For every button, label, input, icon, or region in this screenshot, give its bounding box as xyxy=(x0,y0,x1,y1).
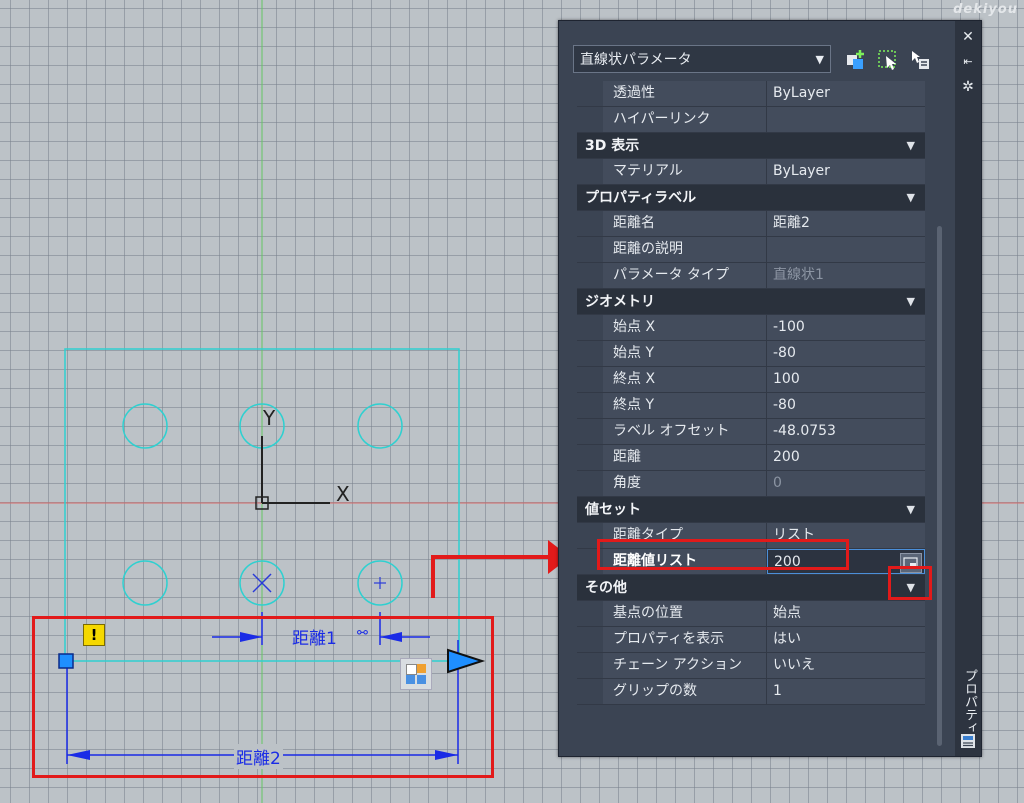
category-value-set[interactable]: 値セット ▼ xyxy=(577,497,925,523)
red-highlight-edit-button xyxy=(888,566,932,600)
scrollbar[interactable] xyxy=(937,226,942,746)
property-value[interactable]: 1 xyxy=(767,679,925,704)
properties-icon[interactable] xyxy=(960,733,976,749)
property-row[interactable]: 透過性 ByLayer xyxy=(577,81,925,107)
ucs-y-label: Y xyxy=(263,406,276,430)
category-label: ジオメトリ xyxy=(585,294,655,310)
object-type-value: 直線状パラメータ xyxy=(580,52,692,68)
category-label: プロパティラベル xyxy=(585,190,697,206)
property-key: パラメータ タイプ xyxy=(603,263,767,288)
settings-icon[interactable]: ✲ xyxy=(960,79,976,95)
property-value[interactable] xyxy=(767,107,925,132)
category-property-label[interactable]: プロパティラベル ▼ xyxy=(577,185,925,211)
hole-circle xyxy=(122,560,168,606)
property-row[interactable]: 終点 X 100 xyxy=(577,367,925,393)
property-row[interactable]: 終点 Y -80 xyxy=(577,393,925,419)
select-objects-icon[interactable] xyxy=(877,49,899,71)
quick-select-icon[interactable] xyxy=(909,49,931,71)
property-row[interactable]: 角度 0 xyxy=(577,471,925,497)
property-value: 直線状1 xyxy=(767,263,925,288)
property-row[interactable]: 距離の説明 xyxy=(577,237,925,263)
palette-title: プロパティ xyxy=(962,669,977,734)
collapse-icon[interactable]: ▼ xyxy=(907,497,915,523)
property-row[interactable]: グリップの数 1 xyxy=(577,679,925,705)
auto-hide-icon[interactable]: ⇤ xyxy=(960,54,976,70)
property-row[interactable]: 始点 X -100 xyxy=(577,315,925,341)
red-highlight-box xyxy=(32,616,494,778)
property-value[interactable]: 距離2 xyxy=(767,211,925,236)
property-key: 始点 X xyxy=(603,315,767,340)
property-row[interactable]: 距離 200 xyxy=(577,445,925,471)
property-key: 距離名 xyxy=(603,211,767,236)
property-value[interactable]: ByLayer xyxy=(767,159,925,184)
property-row[interactable]: チェーン アクション いいえ xyxy=(577,653,925,679)
property-row[interactable]: プロパティを表示 はい xyxy=(577,627,925,653)
category-3d-display[interactable]: 3D 表示 ▼ xyxy=(577,133,925,159)
collapse-icon[interactable]: ▼ xyxy=(907,185,915,211)
palette-side-strip: ✕ ⇤ ✲ プロパティ xyxy=(955,21,981,756)
property-key: 角度 xyxy=(603,471,767,496)
category-geometry[interactable]: ジオメトリ ▼ xyxy=(577,289,925,315)
property-row[interactable]: 始点 Y -80 xyxy=(577,341,925,367)
properties-palette[interactable]: 直線状パラメータ ▼ 透過性 ByLayer ハイパーリンク 3D 表示 ▼ マ… xyxy=(558,20,982,757)
object-type-select[interactable]: 直線状パラメータ ▼ xyxy=(573,45,831,73)
property-key: 終点 X xyxy=(603,367,767,392)
callout-arrow-path xyxy=(431,555,560,598)
property-value[interactable]: -80 xyxy=(767,393,925,418)
toggle-pickadd-icon[interactable] xyxy=(845,49,867,71)
property-value[interactable]: -48.0753 xyxy=(767,419,925,444)
property-value[interactable]: 100 xyxy=(767,367,925,392)
property-value[interactable]: 200 xyxy=(767,445,925,470)
property-row[interactable]: パラメータ タイプ 直線状1 xyxy=(577,263,925,289)
category-label: その他 xyxy=(585,580,627,596)
collapse-icon[interactable]: ▼ xyxy=(907,289,915,315)
property-grid[interactable]: 透過性 ByLayer ハイパーリンク 3D 表示 ▼ マテリアル ByLaye… xyxy=(577,81,925,705)
chevron-down-icon: ▼ xyxy=(815,53,824,66)
ucs-x-label: X xyxy=(336,482,350,506)
property-value[interactable]: -80 xyxy=(767,341,925,366)
property-value[interactable]: ByLayer xyxy=(767,81,925,106)
property-key: 距離 xyxy=(603,445,767,470)
property-value[interactable] xyxy=(767,237,925,262)
property-row[interactable]: マテリアル ByLayer xyxy=(577,159,925,185)
property-key: 距離の説明 xyxy=(603,237,767,262)
property-value[interactable]: はい xyxy=(767,627,925,652)
property-key: ハイパーリンク xyxy=(603,107,767,132)
property-value: 0 xyxy=(767,471,925,496)
property-key: 始点 Y xyxy=(603,341,767,366)
property-key: 透過性 xyxy=(603,81,767,106)
watermark-logo: dekiyou xyxy=(953,2,1018,17)
category-label: 3D 表示 xyxy=(585,138,640,154)
property-row[interactable]: ハイパーリンク xyxy=(577,107,925,133)
property-key: プロパティを表示 xyxy=(603,627,767,652)
property-key: グリップの数 xyxy=(603,679,767,704)
property-row[interactable]: 基点の位置 始点 xyxy=(577,601,925,627)
property-value[interactable]: 始点 xyxy=(767,601,925,626)
category-misc[interactable]: その他 ▼ xyxy=(577,575,925,601)
close-icon[interactable]: ✕ xyxy=(960,29,976,45)
property-value[interactable]: -100 xyxy=(767,315,925,340)
hole-circle xyxy=(122,403,168,449)
property-row[interactable]: ラベル オフセット -48.0753 xyxy=(577,419,925,445)
property-key: 終点 Y xyxy=(603,393,767,418)
collapse-icon[interactable]: ▼ xyxy=(907,133,915,159)
property-key: チェーン アクション xyxy=(603,653,767,678)
category-label: 値セット xyxy=(585,502,641,518)
property-row[interactable]: 距離名 距離2 xyxy=(577,211,925,237)
property-key: 基点の位置 xyxy=(603,601,767,626)
hole-circle xyxy=(357,403,403,449)
property-value[interactable]: いいえ xyxy=(767,653,925,678)
property-key: ラベル オフセット xyxy=(603,419,767,444)
property-key: マテリアル xyxy=(603,159,767,184)
red-highlight-distance-type xyxy=(597,539,849,570)
